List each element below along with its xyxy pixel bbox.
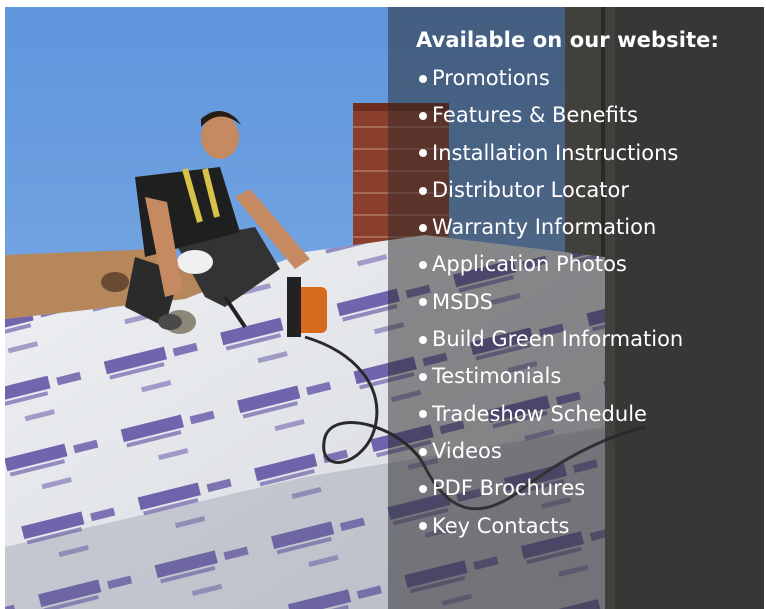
feature-label: MSDS — [432, 289, 493, 314]
bullet-icon — [419, 111, 427, 120]
feature-item-testimonials: Testimonials — [416, 358, 719, 395]
feature-item-promotions: Promotions — [416, 60, 719, 97]
feature-label: Build Green Information — [432, 327, 684, 352]
feature-label: Key Contacts — [432, 513, 570, 538]
feature-list: Promotions Features & Benefits Installat… — [416, 60, 719, 545]
feature-item-application-photos: Application Photos — [416, 246, 719, 283]
feature-item-videos: Videos — [416, 433, 719, 470]
bullet-icon — [419, 335, 427, 344]
feature-label: Warranty Information — [432, 215, 657, 240]
bullet-icon — [419, 410, 427, 419]
feature-label: PDF Brochures — [432, 476, 586, 501]
feature-label: Testimonials — [432, 364, 562, 389]
bullet-icon — [419, 298, 427, 307]
bullet-icon — [419, 186, 427, 195]
feature-item-distributor-locator: Distributor Locator — [416, 172, 719, 209]
feature-item-installation-instructions: Installation Instructions — [416, 135, 719, 172]
feature-label: Installation Instructions — [432, 140, 679, 165]
feature-label: Features & Benefits — [432, 103, 638, 128]
feature-label: Distributor Locator — [432, 177, 629, 202]
bullet-icon — [419, 522, 427, 531]
feature-label: Promotions — [432, 66, 550, 90]
feature-item-warranty-information: Warranty Information — [416, 209, 719, 246]
bullet-icon — [419, 484, 427, 493]
feature-label: Videos — [432, 438, 502, 463]
panel-title: Available on our website: — [416, 28, 720, 52]
feature-label: Tradeshow Schedule — [432, 401, 647, 426]
bullet-icon — [419, 149, 427, 158]
feature-item-key-contacts: Key Contacts — [416, 508, 719, 545]
feature-item-msds: MSDS — [416, 284, 719, 321]
bullet-icon — [419, 447, 427, 456]
bullet-icon — [419, 261, 427, 270]
feature-label: Application Photos — [432, 252, 627, 277]
feature-item-pdf-brochures: PDF Brochures — [416, 470, 719, 507]
bullet-icon — [419, 74, 427, 83]
feature-item-build-green-information: Build Green Information — [416, 321, 719, 358]
feature-item-tradeshow-schedule: Tradeshow Schedule — [416, 396, 719, 433]
bullet-icon — [419, 373, 427, 382]
feature-item-features-benefits: Features & Benefits — [416, 97, 719, 134]
website-features-panel: Available on our website: Promotions Fea… — [416, 26, 719, 545]
bullet-icon — [419, 223, 427, 232]
